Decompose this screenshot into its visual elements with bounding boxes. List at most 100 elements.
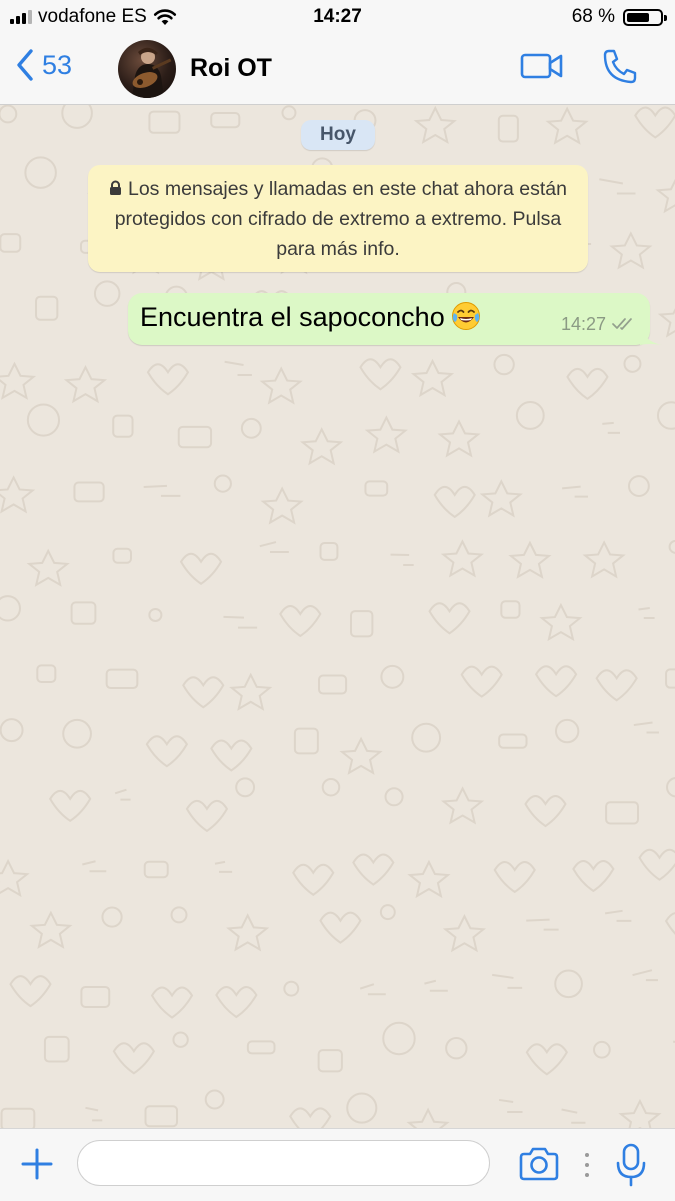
wallpaper-doodle (213, 474, 232, 493)
message-text-row: Encuentra el sapoconcho (140, 301, 481, 333)
wallpaper-doodle (35, 295, 59, 321)
wallpaper-doodle (508, 540, 552, 579)
wallpaper-doodle (279, 604, 322, 638)
wallpaper-doodle (656, 401, 675, 430)
wallpaper-doodle (498, 1098, 523, 1113)
wallpaper-doodle (493, 860, 536, 894)
phone-icon[interactable] (600, 47, 640, 87)
wallpaper-doodle (70, 601, 97, 625)
wallpaper-doodle (545, 106, 589, 145)
contact-name[interactable]: Roi OT (190, 54, 272, 83)
wallpaper-doodle (582, 540, 626, 579)
wallpaper-doodle (566, 367, 609, 401)
wallpaper-doodle (442, 914, 487, 953)
wallpaper-doodle (364, 480, 389, 497)
wallpaper-doodle (500, 600, 521, 619)
wallpaper-doodle (36, 664, 57, 683)
wallpaper-doodle (62, 718, 92, 749)
date-label: Hoy (301, 120, 375, 150)
wallpaper-doodle (101, 906, 123, 928)
avatar[interactable] (118, 40, 176, 98)
wallpaper-doodle (638, 606, 655, 619)
wallpaper-doodle (595, 669, 638, 702)
back-button[interactable]: 53 (14, 47, 72, 83)
wallpaper-doodle (210, 739, 253, 772)
wallpaper-doodle (63, 364, 108, 404)
wallpaper-doodle (214, 860, 233, 873)
microphone-icon[interactable] (615, 1143, 647, 1187)
wallpaper-doodle (628, 475, 650, 497)
wallpaper-doodle (633, 721, 659, 734)
wallpaper-doodle (437, 419, 481, 458)
wallpaper-doodle (210, 111, 241, 129)
wallpaper-doodle (655, 178, 675, 214)
plus-icon[interactable] (20, 1147, 54, 1181)
delivered-ticks-icon (612, 318, 632, 330)
wallpaper-doodle (246, 1040, 276, 1055)
wallpaper-doodle (43, 1035, 70, 1063)
wallpaper-doodle (204, 1089, 225, 1110)
wallpaper-doodle (433, 485, 476, 519)
wallpaper-doodle (148, 110, 181, 134)
wallpaper-doodle (318, 674, 348, 695)
wallpaper-doodle (29, 910, 73, 949)
camera-icon[interactable] (518, 1147, 560, 1181)
wallpaper-doodle (179, 552, 223, 585)
wallpaper-doodle (554, 969, 583, 999)
message-input[interactable] (77, 1140, 490, 1186)
wallpaper-doodle (105, 668, 139, 690)
wallpaper-doodle (235, 777, 256, 798)
wallpaper-doodle (479, 479, 523, 518)
wallpaper-doodle (634, 106, 675, 139)
face-with-tears-of-joy-icon (451, 302, 480, 330)
wallpaper-doodle (664, 912, 675, 935)
wallpaper-doodle (352, 853, 395, 886)
wallpaper-doodle (143, 484, 181, 497)
wallpaper-doodle (562, 485, 588, 498)
unread-count: 53 (42, 49, 73, 80)
wallpaper-doodle (114, 788, 131, 801)
wallpaper-doodle (554, 718, 580, 744)
wallpaper-doodle (143, 860, 169, 879)
chevron-left-icon (17, 49, 33, 81)
encryption-notice[interactable]: Los mensajes y llamadas en este chat aho… (88, 165, 588, 272)
wallpaper-doodle (224, 360, 252, 377)
wallpaper-doodle (382, 1021, 416, 1056)
wallpaper-doodle (185, 799, 229, 833)
message-text: Encuentra el sapoconcho (140, 302, 445, 332)
wallpaper-doodle (359, 983, 386, 996)
status-bar: vodafone ES 14:27 68 % (0, 0, 675, 34)
wallpaper-doodle (82, 860, 107, 873)
wallpaper-doodle (666, 777, 675, 798)
wallpaper-doodle (498, 733, 528, 749)
wallpaper-doodle (525, 1043, 569, 1076)
wallpaper-doodle (668, 539, 675, 554)
outgoing-message[interactable]: Encuentra el sapoconcho 14:27 (128, 293, 650, 345)
wallpaper-doodle (259, 366, 303, 405)
wallpaper-doodle (26, 548, 70, 587)
wallpaper-doodle (539, 602, 583, 642)
wallpaper-doodle (493, 353, 515, 376)
wallpaper-doodle (112, 414, 134, 438)
wallpaper-doodle (226, 913, 270, 952)
chat-area[interactable]: Hoy Los mensajes y llamadas en este chat… (0, 105, 675, 1128)
wallpaper-doodle (380, 664, 405, 689)
wallpaper-doodle (240, 417, 262, 439)
wallpaper-doodle (112, 1042, 156, 1075)
divider-dots (585, 1153, 589, 1183)
wallpaper-doodle (317, 1049, 343, 1073)
wallpaper-doodle (223, 615, 258, 629)
wallpaper-doodle (623, 354, 642, 373)
wallpaper-doodle (602, 421, 620, 434)
wallpaper-doodle (281, 105, 297, 121)
status-right: 68 % (572, 6, 667, 28)
wallpaper-doodle (609, 231, 653, 270)
wallpaper-doodle (148, 607, 163, 623)
video-call-icon[interactable] (520, 50, 564, 82)
wallpaper-doodle (0, 858, 30, 898)
wallpaper-doodle (413, 105, 457, 145)
wallpaper-doodle (319, 911, 362, 944)
battery-icon (623, 8, 667, 26)
wallpaper-doodle (61, 105, 93, 129)
wallpaper-doodle (406, 1107, 450, 1128)
